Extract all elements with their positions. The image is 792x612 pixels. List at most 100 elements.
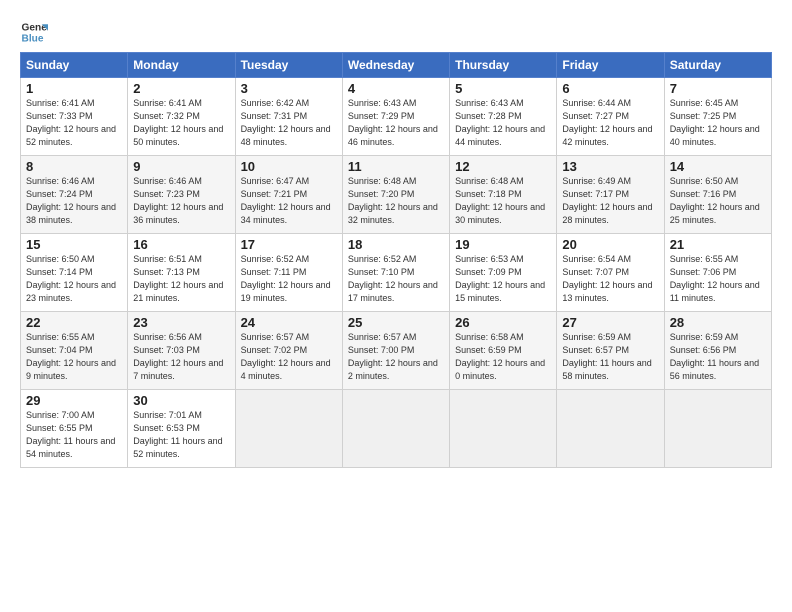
day-info: Sunrise: 6:43 AMSunset: 7:28 PMDaylight:…	[455, 97, 551, 149]
calendar-cell: 21Sunrise: 6:55 AMSunset: 7:06 PMDayligh…	[664, 234, 771, 312]
calendar-cell: 8Sunrise: 6:46 AMSunset: 7:24 PMDaylight…	[21, 156, 128, 234]
day-info: Sunrise: 6:46 AMSunset: 7:23 PMDaylight:…	[133, 175, 229, 227]
calendar-week-row: 8Sunrise: 6:46 AMSunset: 7:24 PMDaylight…	[21, 156, 772, 234]
day-number: 5	[455, 81, 551, 96]
day-info: Sunrise: 7:00 AMSunset: 6:55 PMDaylight:…	[26, 409, 122, 461]
calendar-week-row: 22Sunrise: 6:55 AMSunset: 7:04 PMDayligh…	[21, 312, 772, 390]
calendar-cell: 22Sunrise: 6:55 AMSunset: 7:04 PMDayligh…	[21, 312, 128, 390]
day-info: Sunrise: 6:49 AMSunset: 7:17 PMDaylight:…	[562, 175, 658, 227]
calendar-cell: 14Sunrise: 6:50 AMSunset: 7:16 PMDayligh…	[664, 156, 771, 234]
logo-icon: General Blue	[20, 18, 48, 46]
svg-text:General: General	[22, 22, 48, 33]
day-number: 29	[26, 393, 122, 408]
calendar-cell: 4Sunrise: 6:43 AMSunset: 7:29 PMDaylight…	[342, 78, 449, 156]
day-number: 10	[241, 159, 337, 174]
header: General Blue	[20, 18, 772, 46]
calendar-week-row: 15Sunrise: 6:50 AMSunset: 7:14 PMDayligh…	[21, 234, 772, 312]
calendar-cell: 5Sunrise: 6:43 AMSunset: 7:28 PMDaylight…	[450, 78, 557, 156]
day-info: Sunrise: 6:55 AMSunset: 7:06 PMDaylight:…	[670, 253, 766, 305]
day-number: 1	[26, 81, 122, 96]
calendar-cell: 12Sunrise: 6:48 AMSunset: 7:18 PMDayligh…	[450, 156, 557, 234]
day-info: Sunrise: 6:59 AMSunset: 6:56 PMDaylight:…	[670, 331, 766, 383]
calendar-cell: 24Sunrise: 6:57 AMSunset: 7:02 PMDayligh…	[235, 312, 342, 390]
calendar-cell: 1Sunrise: 6:41 AMSunset: 7:33 PMDaylight…	[21, 78, 128, 156]
calendar-cell: 17Sunrise: 6:52 AMSunset: 7:11 PMDayligh…	[235, 234, 342, 312]
day-number: 2	[133, 81, 229, 96]
day-number: 20	[562, 237, 658, 252]
weekday-header: Saturday	[664, 53, 771, 78]
day-number: 8	[26, 159, 122, 174]
day-number: 14	[670, 159, 766, 174]
calendar-cell: 23Sunrise: 6:56 AMSunset: 7:03 PMDayligh…	[128, 312, 235, 390]
day-number: 22	[26, 315, 122, 330]
calendar-cell: 30Sunrise: 7:01 AMSunset: 6:53 PMDayligh…	[128, 390, 235, 468]
day-number: 25	[348, 315, 444, 330]
calendar-cell	[557, 390, 664, 468]
day-number: 27	[562, 315, 658, 330]
day-number: 19	[455, 237, 551, 252]
calendar-week-row: 29Sunrise: 7:00 AMSunset: 6:55 PMDayligh…	[21, 390, 772, 468]
day-info: Sunrise: 6:47 AMSunset: 7:21 PMDaylight:…	[241, 175, 337, 227]
calendar-cell: 9Sunrise: 6:46 AMSunset: 7:23 PMDaylight…	[128, 156, 235, 234]
weekday-header: Monday	[128, 53, 235, 78]
calendar-cell: 7Sunrise: 6:45 AMSunset: 7:25 PMDaylight…	[664, 78, 771, 156]
calendar-cell: 28Sunrise: 6:59 AMSunset: 6:56 PMDayligh…	[664, 312, 771, 390]
calendar-cell: 13Sunrise: 6:49 AMSunset: 7:17 PMDayligh…	[557, 156, 664, 234]
weekday-header: Tuesday	[235, 53, 342, 78]
calendar-cell	[342, 390, 449, 468]
calendar-cell	[450, 390, 557, 468]
day-info: Sunrise: 6:41 AMSunset: 7:32 PMDaylight:…	[133, 97, 229, 149]
day-info: Sunrise: 6:52 AMSunset: 7:10 PMDaylight:…	[348, 253, 444, 305]
day-number: 9	[133, 159, 229, 174]
calendar-cell: 19Sunrise: 6:53 AMSunset: 7:09 PMDayligh…	[450, 234, 557, 312]
calendar-cell: 27Sunrise: 6:59 AMSunset: 6:57 PMDayligh…	[557, 312, 664, 390]
day-number: 13	[562, 159, 658, 174]
day-number: 12	[455, 159, 551, 174]
calendar-cell: 2Sunrise: 6:41 AMSunset: 7:32 PMDaylight…	[128, 78, 235, 156]
calendar-table: SundayMondayTuesdayWednesdayThursdayFrid…	[20, 52, 772, 468]
weekday-header: Wednesday	[342, 53, 449, 78]
day-info: Sunrise: 6:44 AMSunset: 7:27 PMDaylight:…	[562, 97, 658, 149]
weekday-header: Sunday	[21, 53, 128, 78]
calendar-cell: 11Sunrise: 6:48 AMSunset: 7:20 PMDayligh…	[342, 156, 449, 234]
day-info: Sunrise: 6:57 AMSunset: 7:00 PMDaylight:…	[348, 331, 444, 383]
day-info: Sunrise: 6:48 AMSunset: 7:20 PMDaylight:…	[348, 175, 444, 227]
calendar-cell: 25Sunrise: 6:57 AMSunset: 7:00 PMDayligh…	[342, 312, 449, 390]
day-info: Sunrise: 6:51 AMSunset: 7:13 PMDaylight:…	[133, 253, 229, 305]
calendar-cell: 26Sunrise: 6:58 AMSunset: 6:59 PMDayligh…	[450, 312, 557, 390]
calendar-cell: 20Sunrise: 6:54 AMSunset: 7:07 PMDayligh…	[557, 234, 664, 312]
day-number: 26	[455, 315, 551, 330]
calendar-cell	[664, 390, 771, 468]
calendar-cell: 29Sunrise: 7:00 AMSunset: 6:55 PMDayligh…	[21, 390, 128, 468]
day-number: 7	[670, 81, 766, 96]
day-number: 21	[670, 237, 766, 252]
day-info: Sunrise: 6:52 AMSunset: 7:11 PMDaylight:…	[241, 253, 337, 305]
day-number: 16	[133, 237, 229, 252]
day-number: 6	[562, 81, 658, 96]
calendar-cell: 18Sunrise: 6:52 AMSunset: 7:10 PMDayligh…	[342, 234, 449, 312]
day-info: Sunrise: 6:48 AMSunset: 7:18 PMDaylight:…	[455, 175, 551, 227]
day-number: 18	[348, 237, 444, 252]
day-number: 23	[133, 315, 229, 330]
day-info: Sunrise: 6:56 AMSunset: 7:03 PMDaylight:…	[133, 331, 229, 383]
day-info: Sunrise: 6:55 AMSunset: 7:04 PMDaylight:…	[26, 331, 122, 383]
day-info: Sunrise: 7:01 AMSunset: 6:53 PMDaylight:…	[133, 409, 229, 461]
day-info: Sunrise: 6:53 AMSunset: 7:09 PMDaylight:…	[455, 253, 551, 305]
weekday-header: Thursday	[450, 53, 557, 78]
calendar-cell: 10Sunrise: 6:47 AMSunset: 7:21 PMDayligh…	[235, 156, 342, 234]
calendar-cell: 15Sunrise: 6:50 AMSunset: 7:14 PMDayligh…	[21, 234, 128, 312]
day-info: Sunrise: 6:41 AMSunset: 7:33 PMDaylight:…	[26, 97, 122, 149]
calendar-week-row: 1Sunrise: 6:41 AMSunset: 7:33 PMDaylight…	[21, 78, 772, 156]
calendar-cell: 16Sunrise: 6:51 AMSunset: 7:13 PMDayligh…	[128, 234, 235, 312]
day-number: 4	[348, 81, 444, 96]
day-info: Sunrise: 6:54 AMSunset: 7:07 PMDaylight:…	[562, 253, 658, 305]
day-number: 15	[26, 237, 122, 252]
calendar-cell: 3Sunrise: 6:42 AMSunset: 7:31 PMDaylight…	[235, 78, 342, 156]
calendar-cell	[235, 390, 342, 468]
day-info: Sunrise: 6:50 AMSunset: 7:16 PMDaylight:…	[670, 175, 766, 227]
weekday-header: Friday	[557, 53, 664, 78]
day-number: 3	[241, 81, 337, 96]
day-info: Sunrise: 6:43 AMSunset: 7:29 PMDaylight:…	[348, 97, 444, 149]
day-info: Sunrise: 6:42 AMSunset: 7:31 PMDaylight:…	[241, 97, 337, 149]
day-number: 28	[670, 315, 766, 330]
